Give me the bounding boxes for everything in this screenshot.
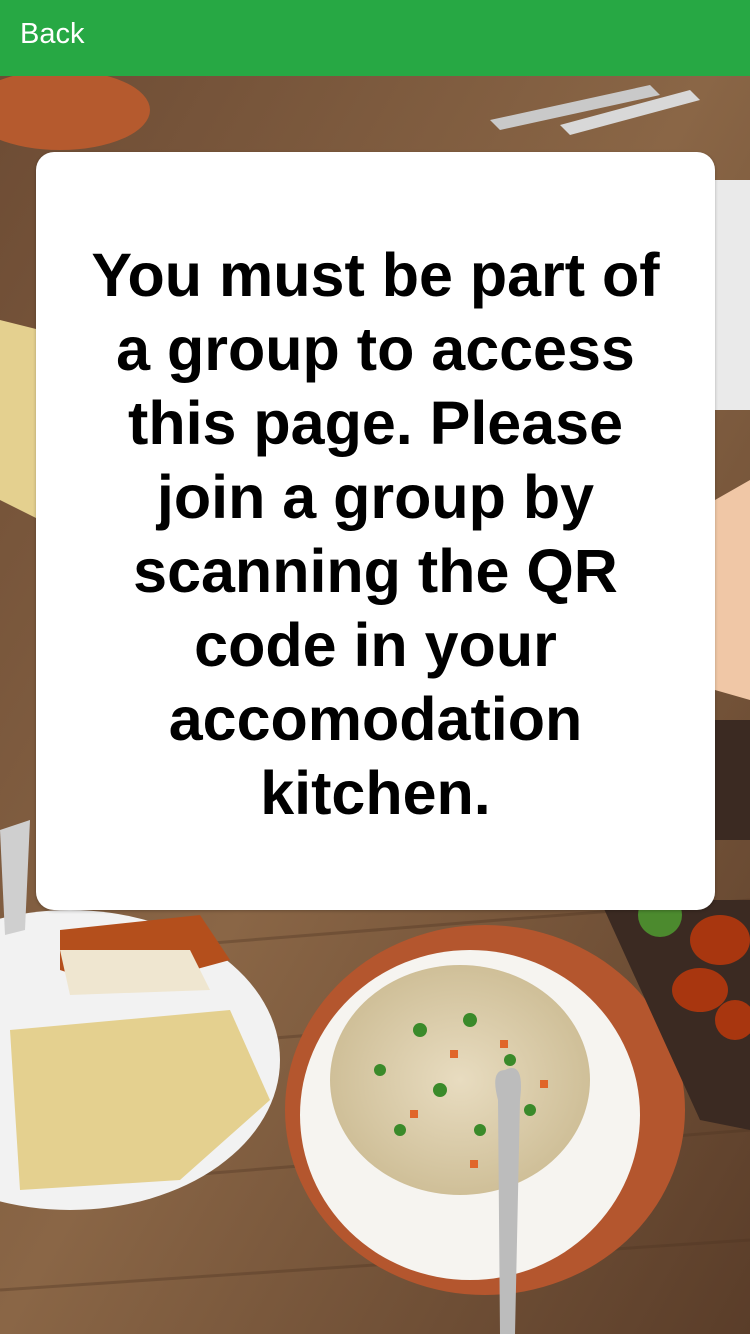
group-required-notice-card: You must be part of a group to access th… <box>36 152 715 910</box>
group-required-message: You must be part of a group to access th… <box>91 241 660 827</box>
back-button[interactable]: Back <box>20 18 84 51</box>
top-app-bar: Back <box>0 0 750 76</box>
